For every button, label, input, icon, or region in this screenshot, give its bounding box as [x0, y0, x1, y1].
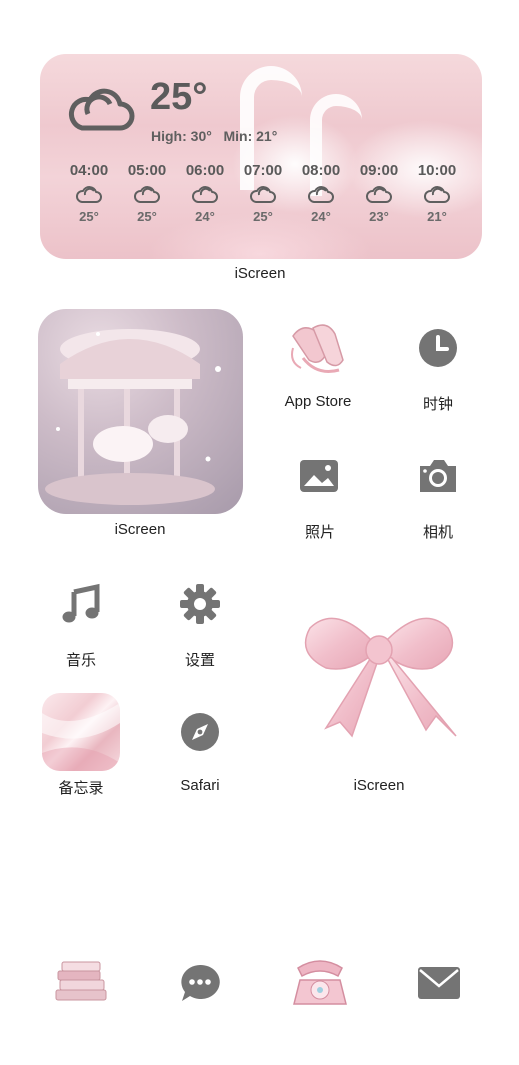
- safari-label: Safari: [180, 777, 220, 794]
- hour-temperature: 25°: [253, 209, 273, 224]
- hour-temperature: 24°: [311, 209, 331, 224]
- dock-messages-button[interactable]: [179, 962, 221, 1004]
- safari-button[interactable]: [179, 711, 221, 753]
- cloudy-icon: [68, 88, 135, 131]
- music-note-icon: [62, 583, 100, 623]
- cloudy-icon: [76, 186, 102, 203]
- photos-icon: [300, 460, 338, 492]
- music-label: 音乐: [65, 652, 96, 669]
- dock-books-button[interactable]: [52, 958, 110, 1006]
- weather-widget-label: iScreen: [234, 265, 286, 282]
- dock-mail-button[interactable]: [416, 964, 462, 1002]
- hour-time: 04:00: [69, 162, 109, 179]
- hour-temperature: 24°: [195, 209, 215, 224]
- hour-forecast-item: 07:00 25°: [235, 162, 291, 224]
- bow-photo-widget[interactable]: [296, 598, 462, 743]
- cloudy-icon: [250, 186, 276, 203]
- carousel-photo-widget[interactable]: [38, 309, 243, 514]
- hour-forecast-item: 09:00 23°: [351, 162, 407, 224]
- envelope-icon: [418, 967, 460, 999]
- hour-time: 07:00: [243, 162, 283, 179]
- app-store-label: App Store: [284, 393, 352, 410]
- dock-phone-button[interactable]: [290, 956, 350, 1008]
- rotary-phone-icon: [293, 960, 347, 1005]
- books-stack-icon: [55, 961, 107, 1001]
- hour-forecast-item: 06:00 24°: [177, 162, 233, 224]
- music-button[interactable]: [59, 582, 103, 626]
- camera-label: 相机: [422, 524, 453, 541]
- hour-time: 06:00: [185, 162, 225, 179]
- high-min-temperature: High: 30° Min: 21°: [151, 128, 278, 144]
- settings-label: 设置: [184, 652, 215, 669]
- ribbon-bow-image: [304, 617, 457, 738]
- compass-icon: [181, 713, 219, 751]
- hour-time: 10:00: [417, 162, 457, 179]
- cloudy-icon: [192, 186, 218, 203]
- cloudy-icon: [366, 186, 392, 203]
- hour-forecast-item: 05:00 25°: [119, 162, 175, 224]
- camera-button[interactable]: [416, 456, 460, 496]
- hour-temperature: 21°: [427, 209, 447, 224]
- current-temperature: 25°: [150, 76, 208, 118]
- carousel-image: [45, 329, 221, 505]
- clock-button[interactable]: [416, 326, 460, 370]
- hour-time: 08:00: [301, 162, 341, 179]
- hour-temperature: 25°: [79, 209, 99, 224]
- hour-time: 09:00: [359, 162, 399, 179]
- carousel-widget-label: iScreen: [114, 521, 166, 538]
- camera-icon: [420, 460, 456, 492]
- app-store-button[interactable]: [283, 318, 353, 380]
- hour-temperature: 25°: [137, 209, 157, 224]
- cloudy-icon: [424, 186, 450, 203]
- chat-bubble-icon: [181, 964, 220, 1001]
- notes-button[interactable]: [42, 693, 120, 771]
- hour-forecast-item: 10:00 21°: [409, 162, 465, 224]
- photos-button[interactable]: [298, 455, 340, 497]
- ballet-shoes-icon: [291, 324, 344, 373]
- cloudy-icon: [134, 186, 160, 203]
- cloudy-icon: [308, 186, 334, 203]
- photos-label: 照片: [304, 524, 335, 541]
- clock-label: 时钟: [422, 396, 453, 413]
- weather-widget[interactable]: 25° High: 30° Min: 21° 04:00 25° 05:00 25° 0…: [40, 54, 482, 259]
- bow-widget-label: iScreen: [353, 777, 405, 794]
- settings-button[interactable]: [178, 582, 222, 626]
- clock-icon: [419, 329, 457, 367]
- notes-label: 备忘录: [58, 780, 104, 797]
- hour-temperature: 23°: [369, 209, 389, 224]
- hour-forecast-item: 08:00 24°: [293, 162, 349, 224]
- gear-icon: [180, 584, 220, 624]
- hour-forecast-item: 04:00 25°: [61, 162, 117, 224]
- hour-time: 05:00: [127, 162, 167, 179]
- satin-fabric-icon: [42, 703, 120, 771]
